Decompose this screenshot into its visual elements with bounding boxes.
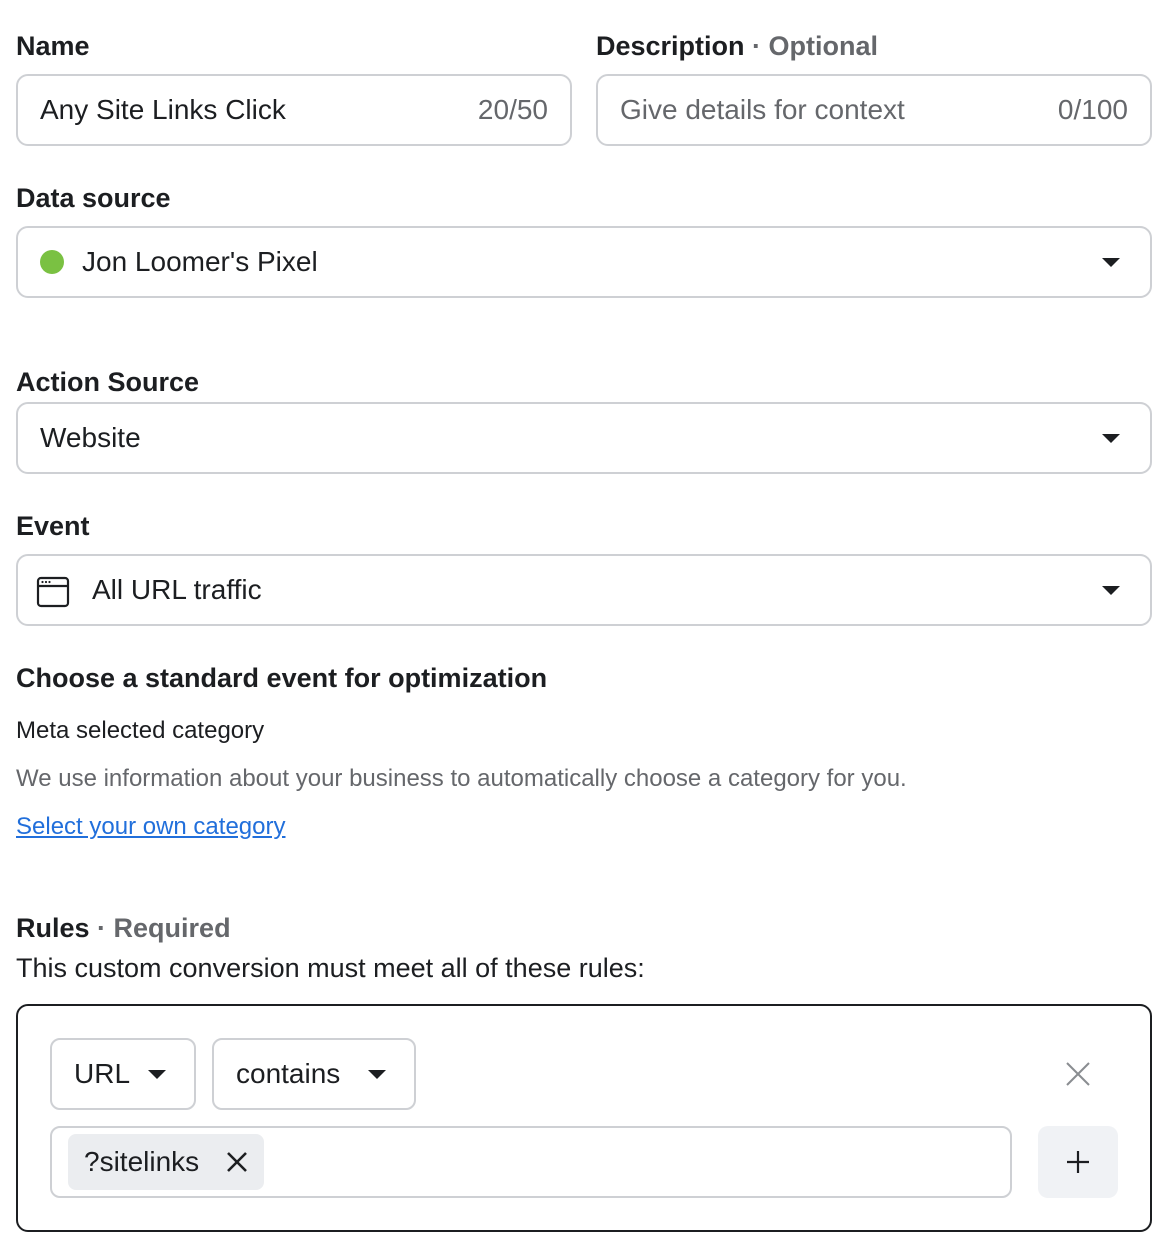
description-label: Description · Optional: [596, 31, 879, 61]
rules-label: Rules · Required: [16, 913, 231, 943]
description-placeholder: Give details for context: [620, 94, 905, 125]
action-source-value: Website: [40, 422, 141, 453]
rule-container: URL contains ?sitelinks: [16, 1004, 1152, 1232]
rule-value-chip: ?sitelinks: [68, 1134, 264, 1190]
required-tag: · Required: [97, 913, 231, 943]
description-input[interactable]: Give details for context 0/100: [596, 74, 1152, 146]
optional-tag: · Optional: [752, 31, 879, 61]
rule-values-input[interactable]: ?sitelinks: [50, 1126, 1012, 1198]
chevron-down-icon: [368, 1070, 386, 1079]
rule-field-select[interactable]: URL: [50, 1038, 196, 1110]
name-label: Name: [16, 31, 90, 61]
description-char-counter: 0/100: [1057, 94, 1128, 125]
plus-icon: [1065, 1149, 1091, 1175]
optimization-description: We use information about your business t…: [16, 765, 907, 792]
optimization-subheading: Meta selected category: [16, 717, 265, 744]
rule-operator-value: contains: [236, 1058, 341, 1089]
chevron-down-icon: [1102, 258, 1120, 267]
action-source-label: Action Source: [16, 367, 200, 397]
chevron-down-icon: [1102, 434, 1120, 443]
remove-chip-close-icon[interactable]: [226, 1151, 248, 1173]
remove-rule-close-icon[interactable]: [1064, 1060, 1092, 1088]
browser-window-icon: [36, 575, 70, 609]
event-value: All URL traffic: [92, 574, 262, 605]
name-input-value: Any Site Links Click: [40, 94, 286, 125]
data-source-label: Data source: [16, 183, 171, 213]
name-char-counter: 20/50: [477, 94, 548, 125]
chevron-down-icon: [148, 1070, 166, 1079]
select-category-link[interactable]: Select your own category: [16, 812, 285, 842]
action-source-select[interactable]: Website: [16, 402, 1152, 474]
rules-description: This custom conversion must meet all of …: [16, 953, 645, 983]
rule-operator-select[interactable]: contains: [212, 1038, 416, 1110]
chevron-down-icon: [1102, 586, 1120, 595]
name-input[interactable]: Any Site Links Click 20/50: [16, 74, 572, 146]
rule-field-value: URL: [74, 1058, 131, 1089]
optimization-heading: Choose a standard event for optimization: [16, 663, 548, 693]
data-source-select[interactable]: Jon Loomer's Pixel: [16, 226, 1152, 298]
add-value-button[interactable]: [1038, 1126, 1118, 1198]
data-source-value: Jon Loomer's Pixel: [82, 246, 318, 277]
event-select[interactable]: All URL traffic: [16, 554, 1152, 626]
pixel-status-dot-icon: [40, 250, 64, 274]
rule-value-chip-label: ?sitelinks: [84, 1146, 200, 1177]
event-label: Event: [16, 511, 90, 541]
